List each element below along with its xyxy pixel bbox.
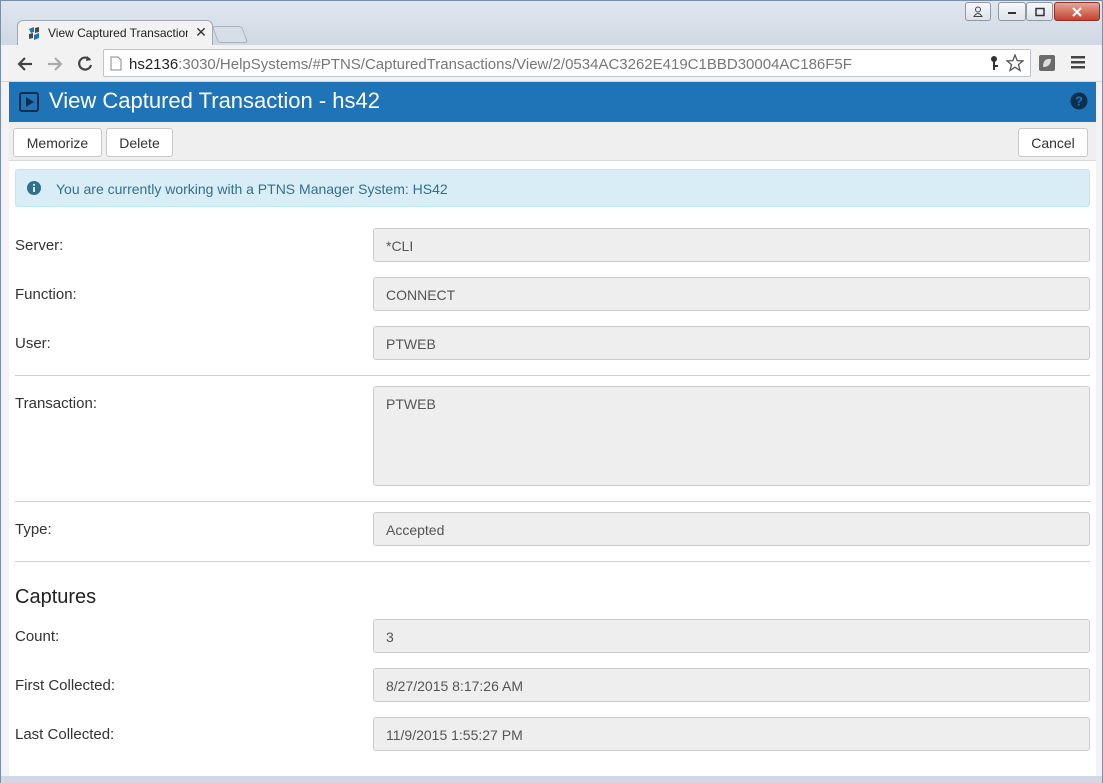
browser-tab[interactable]: View Captured Transaction ✕ — [17, 20, 213, 46]
user-field: PTWEB — [373, 326, 1090, 360]
maximize-icon — [1034, 7, 1045, 16]
address-bar[interactable]: hs2136:3030/HelpSystems/#PTNS/CapturedTr… — [103, 49, 1031, 77]
alert-message: You are currently working with a PTNS Ma… — [56, 181, 448, 197]
type-label: Type: — [15, 521, 52, 538]
view-play-icon — [19, 92, 39, 112]
last-collected-label: Last Collected: — [15, 726, 115, 743]
type-value: Accepted — [386, 522, 445, 538]
minimize-icon — [1008, 11, 1016, 14]
hamburger-menu-icon[interactable] — [1071, 56, 1085, 69]
user-icon — [973, 6, 983, 17]
browser-window: View Captured Transaction ✕ hs2136:3030/… — [0, 0, 1103, 783]
count-field: 3 — [373, 619, 1090, 653]
first-collected-field: 8/27/2015 8:17:26 AM — [373, 668, 1090, 702]
divider — [15, 561, 1090, 562]
close-icon — [1072, 6, 1082, 17]
function-field: CONNECT — [373, 277, 1090, 311]
new-tab-button[interactable] — [211, 26, 249, 43]
reload-icon[interactable] — [75, 54, 95, 74]
info-alert: You are currently working with a PTNS Ma… — [15, 169, 1090, 207]
function-label: Function: — [15, 286, 77, 303]
close-window-button[interactable] — [1054, 2, 1100, 21]
user-value: PTWEB — [386, 336, 436, 352]
memorize-button[interactable]: Memorize — [13, 128, 102, 157]
browser-toolbar: hs2136:3030/HelpSystems/#PTNS/CapturedTr… — [1, 45, 1102, 82]
transaction-field: PTWEB — [373, 386, 1090, 486]
divider — [15, 501, 1090, 502]
server-value: *CLI — [386, 238, 414, 254]
function-value: CONNECT — [386, 287, 456, 303]
window-frame-bottom — [1, 776, 1102, 783]
transaction-label: Transaction: — [15, 395, 97, 412]
key-icon[interactable] — [988, 55, 1000, 71]
server-field: *CLI — [373, 228, 1090, 262]
user-profile-button[interactable] — [965, 2, 991, 21]
helpsystems-icon — [29, 27, 39, 40]
forward-arrow-icon[interactable] — [45, 54, 65, 74]
svg-text:?: ? — [1075, 94, 1083, 109]
title-bar: View Captured Transaction ✕ — [1, 1, 1102, 46]
user-label: User: — [15, 335, 51, 352]
info-icon — [27, 181, 41, 195]
last-collected-value: 11/9/2015 1:55:27 PM — [386, 727, 523, 743]
cancel-button[interactable]: Cancel — [1018, 128, 1088, 157]
first-collected-value: 8/27/2015 8:17:26 AM — [386, 678, 523, 694]
transaction-value: PTWEB — [386, 396, 436, 412]
count-value: 3 — [386, 629, 394, 645]
maximize-button[interactable] — [1026, 2, 1053, 21]
divider — [15, 375, 1090, 376]
tab-title: View Captured Transaction — [48, 26, 188, 40]
last-collected-field: 11/9/2015 1:55:27 PM — [373, 717, 1090, 751]
server-label: Server: — [15, 237, 64, 254]
minimize-button[interactable] — [998, 2, 1026, 21]
app-header: View Captured Transaction - hs42 ? — [9, 82, 1096, 122]
page-icon — [110, 56, 122, 71]
first-collected-label: First Collected: — [15, 677, 116, 694]
help-icon[interactable]: ? — [1070, 92, 1088, 110]
type-field: Accepted — [373, 512, 1090, 546]
extension-icon[interactable] — [1038, 54, 1056, 72]
form-content: You are currently working with a PTNS Ma… — [9, 161, 1096, 776]
url-text: hs2136:3030/HelpSystems/#PTNS/CapturedTr… — [129, 56, 852, 73]
tab-close-icon[interactable]: ✕ — [194, 24, 208, 41]
page-title: View Captured Transaction - hs42 — [49, 88, 380, 113]
captures-heading: Captures — [15, 586, 97, 608]
bookmark-star-icon[interactable] — [1006, 54, 1024, 72]
delete-button[interactable]: Delete — [106, 128, 173, 157]
count-label: Count: — [15, 628, 60, 645]
back-arrow-icon[interactable] — [15, 54, 35, 74]
action-bar: Memorize Delete Cancel — [9, 122, 1096, 161]
